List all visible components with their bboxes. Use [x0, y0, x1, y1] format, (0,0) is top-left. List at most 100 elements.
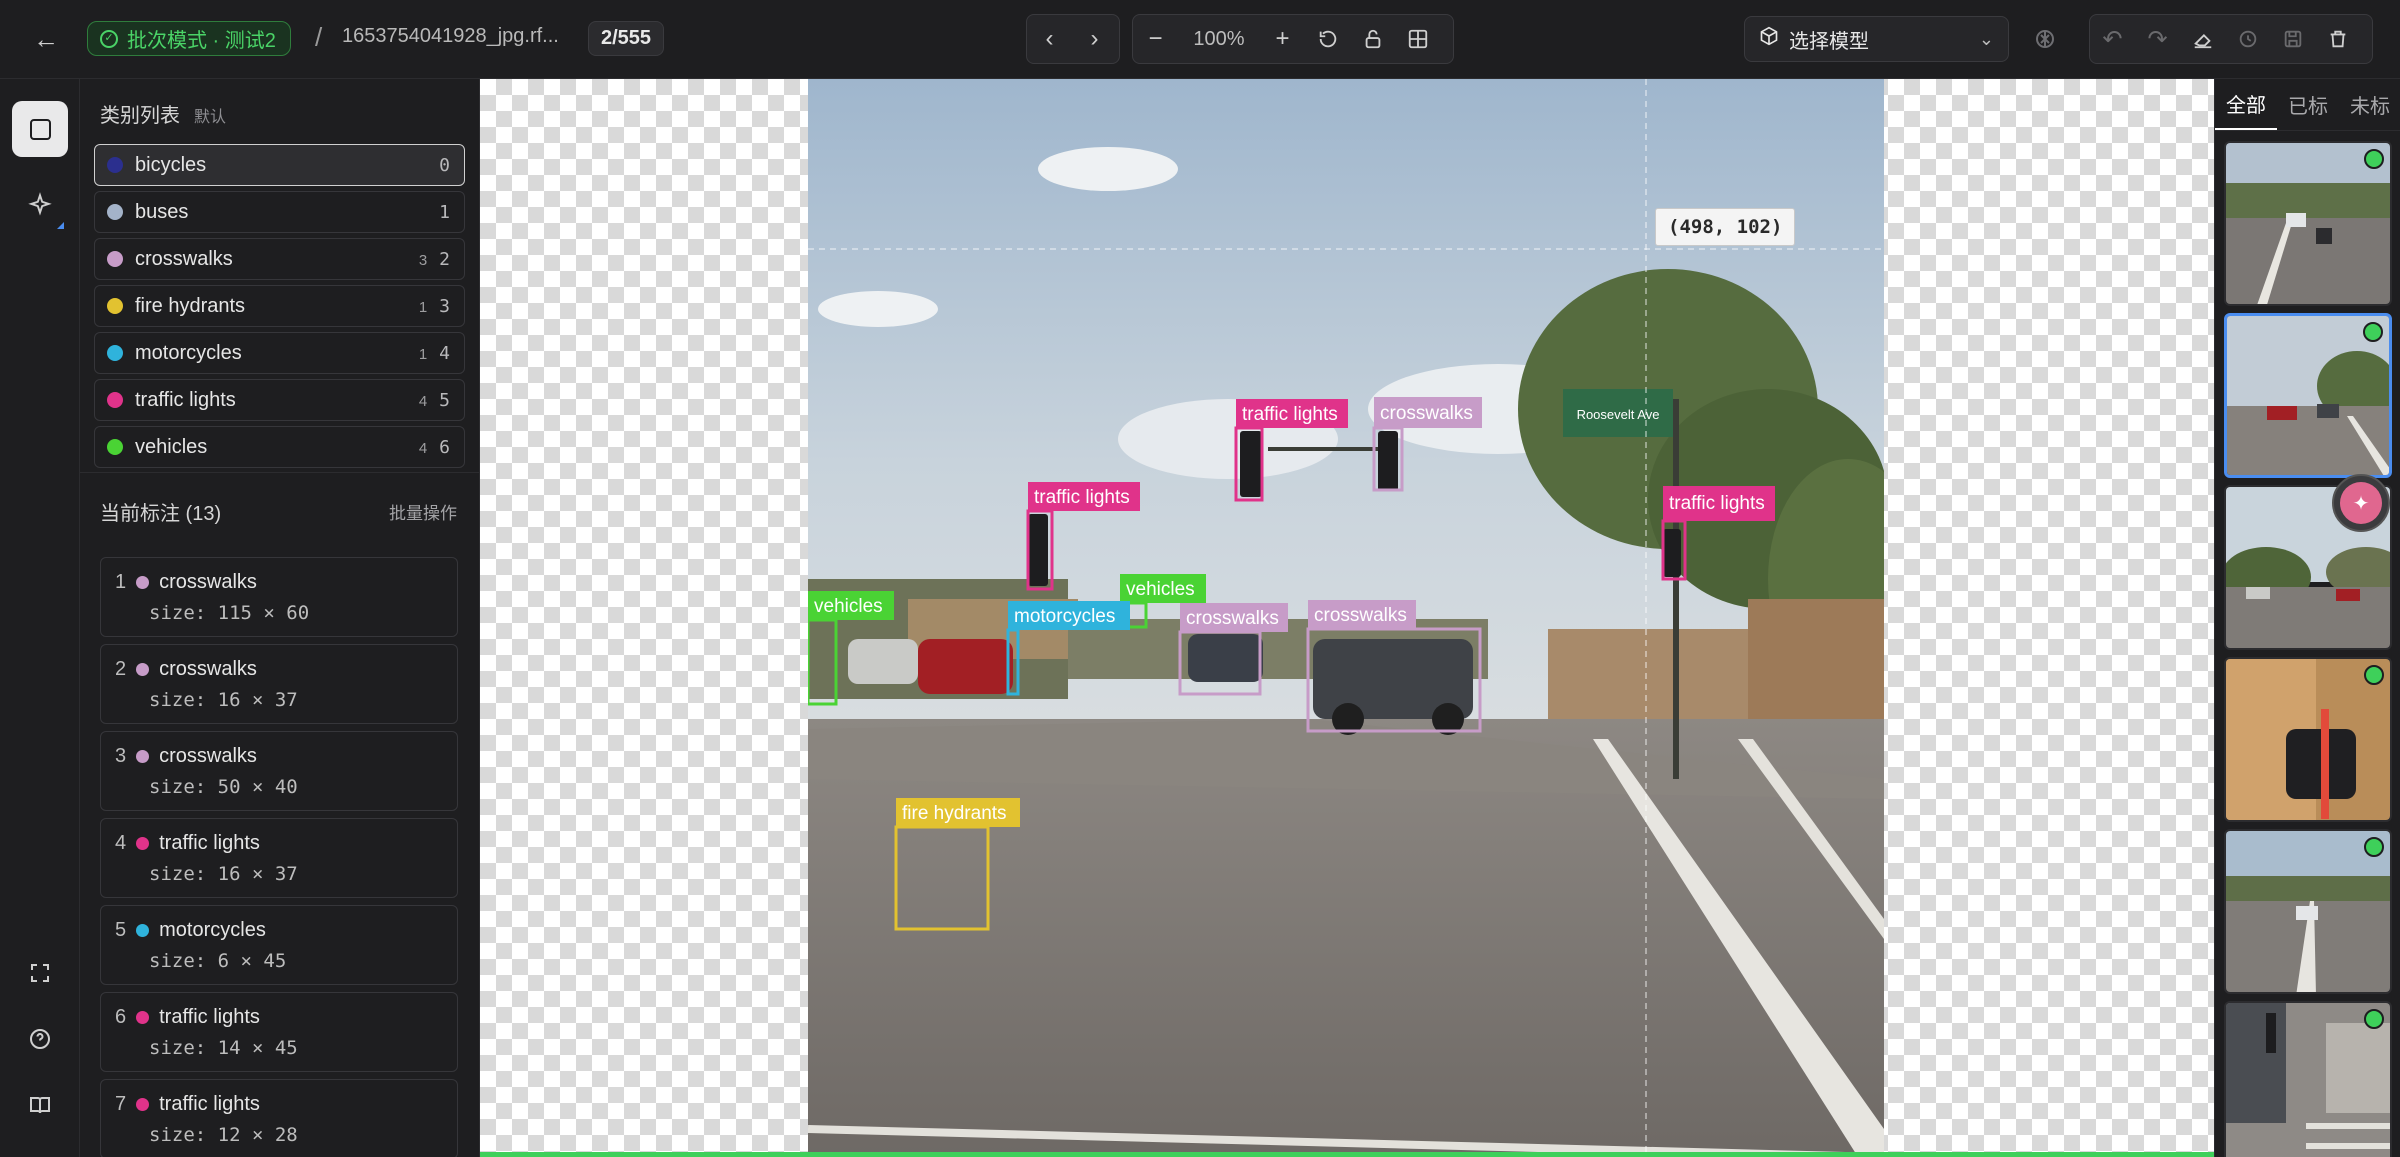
batch-mode-badge[interactable]: ✓ 批次模式 · 测试2 [87, 21, 291, 56]
annotation-item[interactable]: 4 traffic lights size: 16 × 37 [100, 818, 458, 898]
annotation-index: 4 [115, 832, 127, 854]
bbox-label: traffic lights [1669, 493, 1765, 514]
category-item-vehicles[interactable]: vehicles 46 [94, 426, 465, 468]
label-panel: 类别列表 默认 bicycles 0 buses 1 crosswalks 32… [80, 79, 480, 1157]
tab-all[interactable]: 全部 [2215, 79, 2277, 130]
annotation-item[interactable]: 1 crosswalks size: 115 × 60 [100, 557, 458, 637]
top-bar: ← ✓ 批次模式 · 测试2 / 1653754041928_jpg.rf...… [0, 0, 2400, 79]
zoom-level: 100% [1193, 27, 1245, 50]
bbox-label: crosswalks [1314, 605, 1407, 626]
chevron-down-icon: ⌄ [1978, 28, 1994, 49]
ai-brain-icon[interactable] [2022, 16, 2068, 62]
annotation-item[interactable]: 5 motorcycles size: 6 × 45 [100, 905, 458, 985]
annotation-index: 2 [115, 658, 127, 680]
grid-icon[interactable] [1395, 15, 1440, 63]
category-name: crosswalks [135, 247, 233, 270]
undo-icon[interactable]: ↶ [2090, 15, 2135, 63]
category-hotkey: 0 [439, 154, 450, 176]
annotation-item[interactable]: 3 crosswalks size: 50 × 40 [100, 731, 458, 811]
category-item-fire-hydrants[interactable]: fire hydrants 13 [94, 285, 465, 327]
thumbnail-2-current[interactable] [2224, 313, 2392, 478]
annotation-item[interactable]: 2 crosswalks size: 16 × 37 [100, 644, 458, 724]
category-hotkey: 5 [439, 389, 450, 411]
category-name: vehicles [135, 435, 208, 458]
category-color-dot [107, 298, 123, 314]
chevron-right-icon[interactable]: › [1072, 15, 1117, 63]
category-name: fire hydrants [135, 294, 246, 317]
labeled-status-dot [2364, 665, 2384, 685]
category-item-motorcycles[interactable]: motorcycles 14 [94, 332, 465, 374]
image-nav-group: ‹ › [1026, 14, 1120, 64]
annotation-label: traffic lights [159, 1093, 260, 1115]
batch-operation-button[interactable]: 批量操作 [389, 499, 457, 524]
ai-sparkle-tool-button[interactable] [12, 177, 68, 233]
translate-icon: ✦ [2340, 482, 2382, 524]
annotation-label: traffic lights [159, 1006, 260, 1028]
chevron-left-icon[interactable]: ‹ [1027, 15, 1072, 63]
annotation-index: 3 [115, 745, 127, 767]
category-list-title: 类别列表 [100, 105, 180, 127]
thumbnail-4[interactable] [2224, 657, 2392, 822]
fullscreen-icon[interactable] [12, 945, 68, 1001]
labeled-status-dot [2364, 1009, 2384, 1029]
category-color-dot [107, 204, 123, 220]
reset-rotate-icon[interactable] [1305, 15, 1350, 63]
annotation-canvas[interactable]: Roosevelt Ave traffic lights traffic lig… [480, 79, 2214, 1157]
zoom-in-icon[interactable]: + [1260, 15, 1305, 63]
annotation-index: 5 [115, 919, 127, 941]
image-filter-tabs: 全部 已标 未标 [2215, 79, 2400, 131]
tool-rail [0, 79, 80, 1157]
category-list-header: 类别列表 默认 [100, 99, 226, 128]
unlock-icon[interactable] [1350, 15, 1395, 63]
rectangle-tool-button[interactable] [12, 101, 68, 157]
trash-icon[interactable] [2315, 15, 2360, 63]
annotation-label: crosswalks [159, 571, 257, 593]
history-icon[interactable] [2225, 15, 2270, 63]
bbox-label: vehicles [814, 596, 883, 617]
annotation-label: traffic lights [159, 832, 260, 854]
book-icon[interactable] [12, 1077, 68, 1133]
bbox-label: crosswalks [1186, 608, 1279, 629]
cube-icon [1759, 26, 1779, 52]
annotation-label: crosswalks [159, 658, 257, 680]
thumbnail-6[interactable] [2224, 1001, 2392, 1157]
annotation-index: 7 [115, 1093, 127, 1115]
help-icon[interactable] [12, 1011, 68, 1067]
bbox-label: traffic lights [1034, 487, 1130, 508]
category-hotkey: 3 [439, 295, 450, 317]
thumbnail-5[interactable] [2224, 829, 2392, 994]
save-icon[interactable] [2270, 15, 2315, 63]
annotation-color-dot [136, 924, 150, 937]
tab-labeled[interactable]: 已标 [2277, 79, 2339, 130]
annotation-size: size: 115 × 60 [149, 602, 310, 624]
eraser-icon[interactable] [2180, 15, 2225, 63]
category-item-traffic-lights[interactable]: traffic lights 45 [94, 379, 465, 421]
image-list-panel: 全部 已标 未标 [2214, 79, 2400, 1157]
floating-assistant-button[interactable]: ✦ [2332, 474, 2390, 532]
category-item-crosswalks[interactable]: crosswalks 32 [94, 238, 465, 280]
category-count: 4 [418, 439, 428, 457]
annotation-item[interactable]: 6 traffic lights size: 14 × 45 [100, 992, 458, 1072]
thumbnail-1[interactable] [2224, 141, 2392, 306]
annotation-size: size: 6 × 45 [149, 950, 287, 972]
tab-unlabeled[interactable]: 未标 [2339, 79, 2400, 130]
zoom-out-icon[interactable]: − [1133, 15, 1178, 63]
square-icon [29, 118, 51, 140]
annotation-label: motorcycles [159, 919, 266, 941]
annotation-size: size: 16 × 37 [149, 689, 298, 711]
annotation-item[interactable]: 7 traffic lights size: 12 × 28 [100, 1079, 458, 1157]
annotation-index: 1 [115, 571, 127, 593]
labeled-status-dot [2364, 149, 2384, 169]
category-list-subtitle: 默认 [194, 109, 227, 126]
progress-strip [480, 1152, 2214, 1157]
model-select[interactable]: 选择模型 ⌄ [1744, 16, 2009, 62]
category-name: traffic lights [135, 388, 236, 411]
category-count: 3 [418, 251, 428, 269]
back-arrow-icon[interactable]: ← [24, 20, 68, 58]
category-item-bicycles[interactable]: bicycles 0 [94, 144, 465, 186]
labeled-status-dot [2364, 837, 2384, 857]
redo-icon[interactable]: ↷ [2135, 15, 2180, 63]
category-item-buses[interactable]: buses 1 [94, 191, 465, 233]
category-color-dot [107, 392, 123, 408]
category-color-dot [107, 345, 123, 361]
